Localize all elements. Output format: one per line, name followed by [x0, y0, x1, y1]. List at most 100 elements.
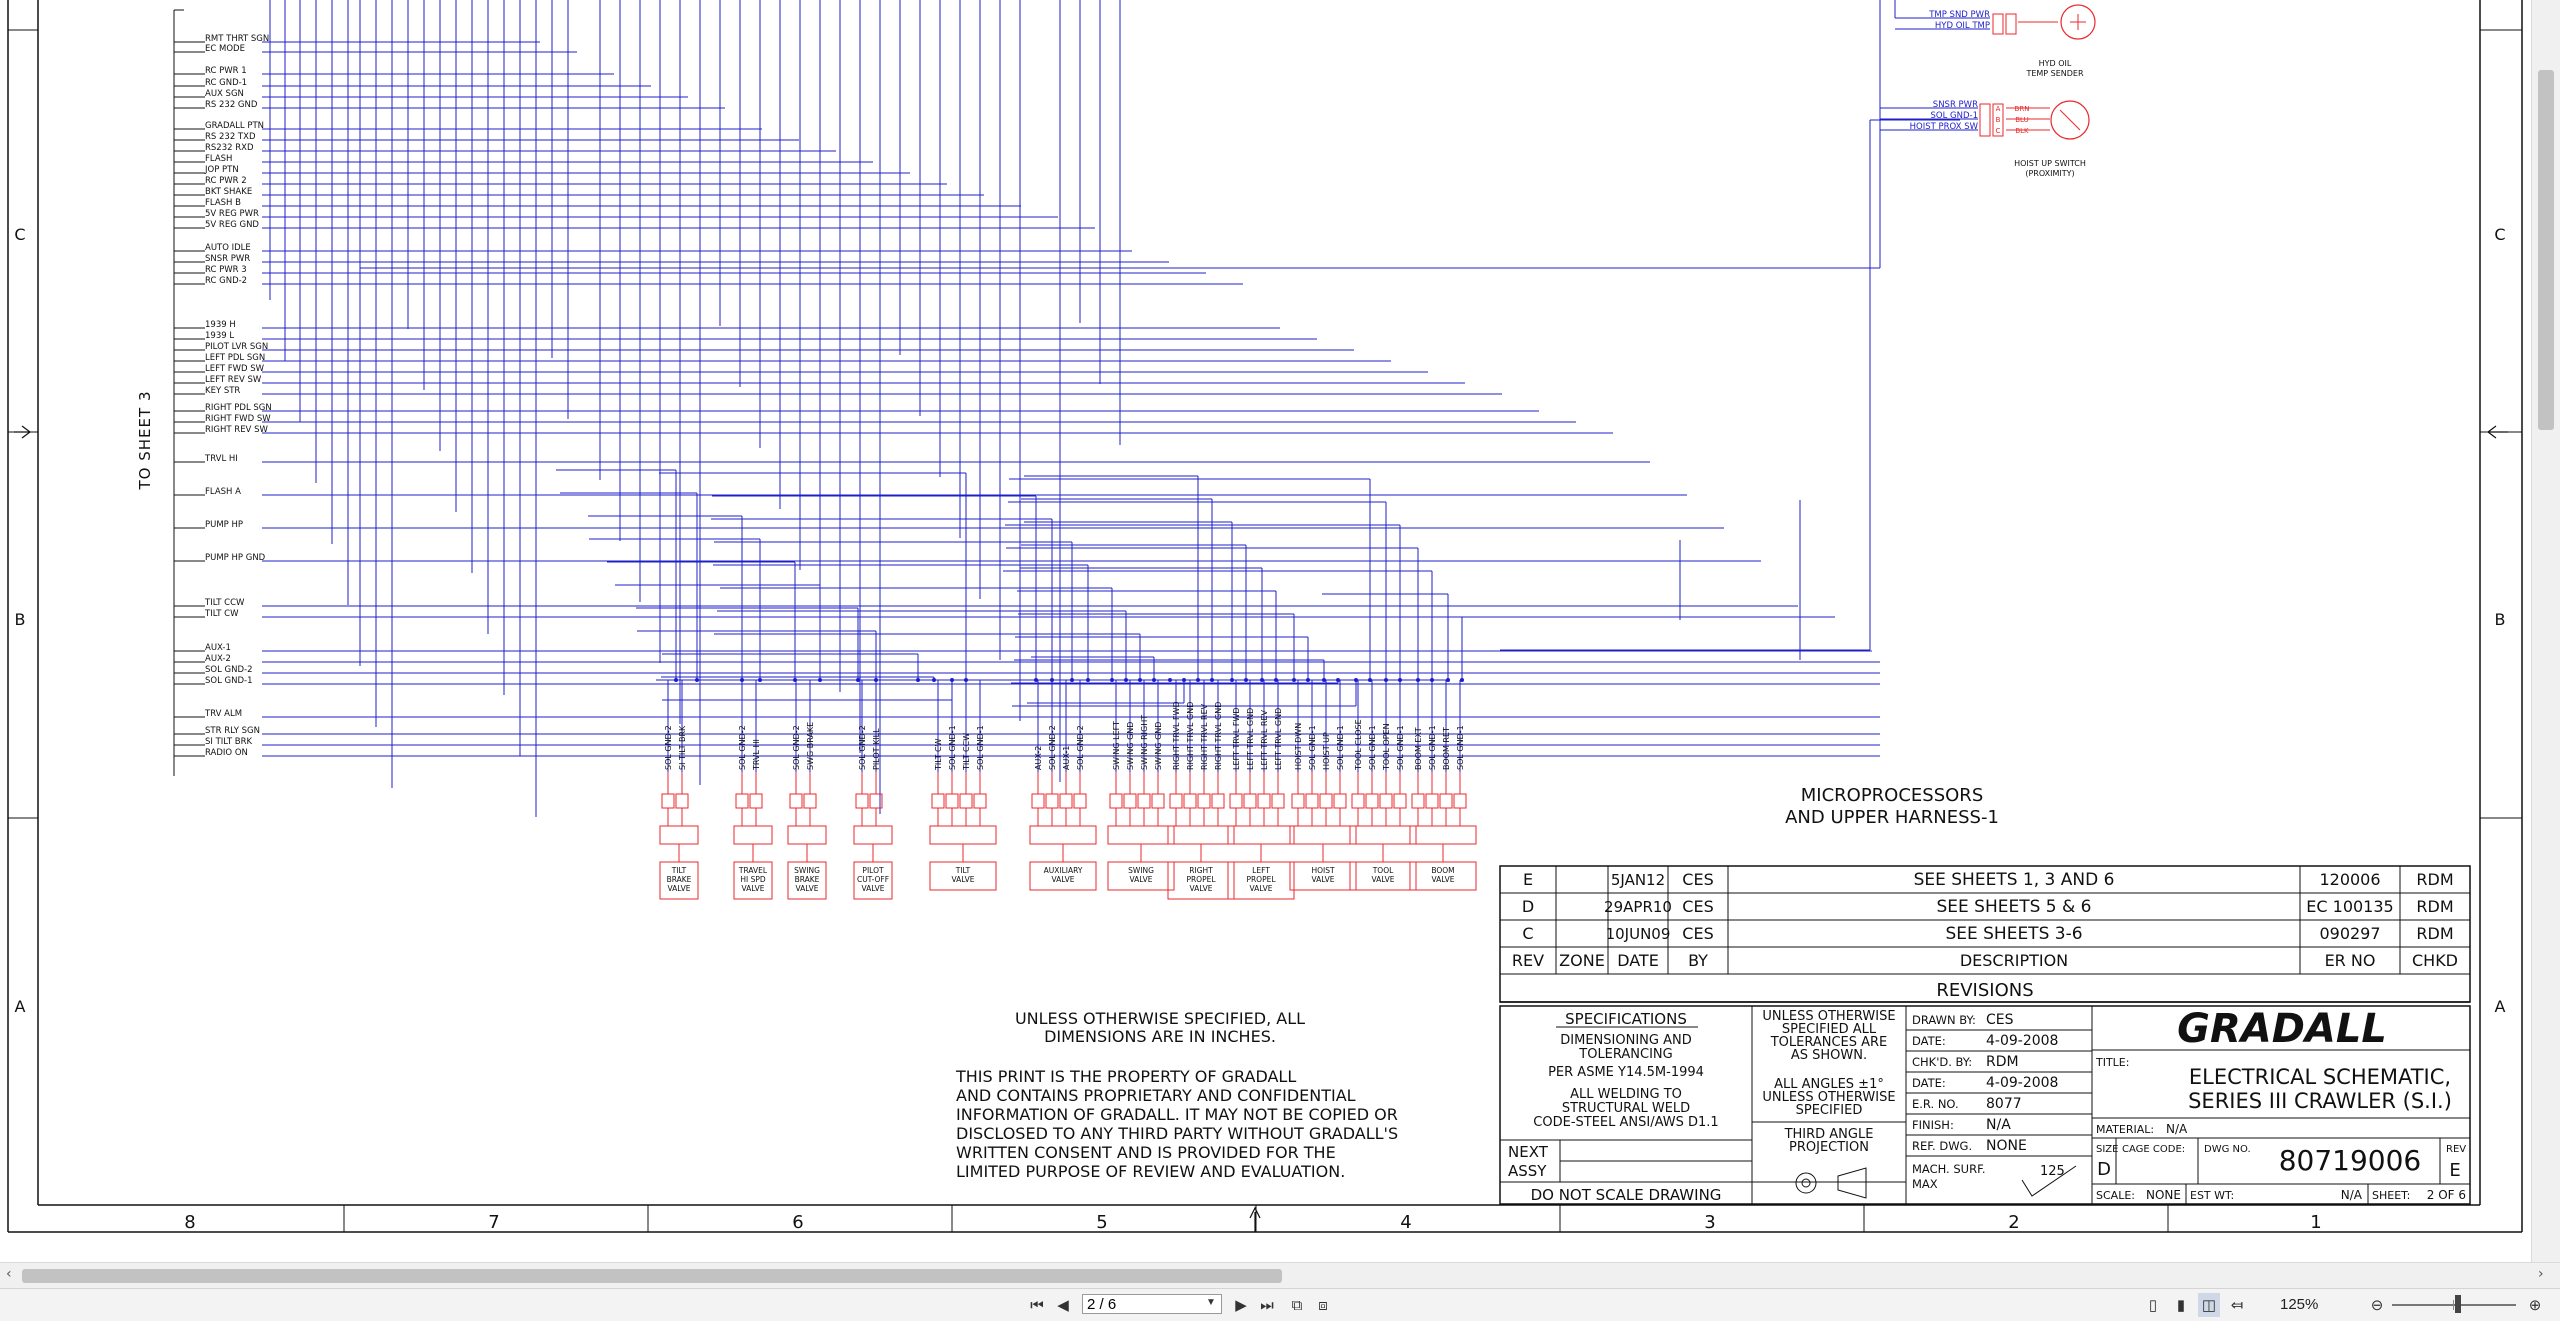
- valve-label: RIGHT: [1189, 866, 1213, 875]
- sheet-caption-line: MICROPROCESSORS: [1801, 785, 1984, 806]
- revision-cell: EC 100135: [2306, 897, 2393, 916]
- single-page-view-icon[interactable]: ▯: [2142, 1293, 2164, 1317]
- scroll-left-icon[interactable]: ‹: [6, 1266, 12, 1282]
- valve-connector-pin: [1257, 793, 1271, 809]
- tb-field-label: FINISH:: [1912, 1118, 1954, 1132]
- valve-wire-label: SOL GND-1: [1308, 725, 1317, 770]
- valve-label: VALVE: [1129, 875, 1152, 884]
- valve-connector-pin: [1169, 793, 1183, 809]
- valve-connector-pin: [789, 793, 803, 809]
- solenoid-coil: [1409, 825, 1477, 845]
- valve-connector-pin: [1151, 793, 1165, 809]
- signal-label: RC PWR 3: [205, 265, 247, 275]
- valve-wire-label: HOIST UP: [1322, 732, 1331, 770]
- size-label: SIZE: [2096, 1144, 2118, 1155]
- page-number-input[interactable]: [1082, 1294, 1222, 1314]
- valve-wire-label: LEFT TRVL FWD: [1232, 707, 1241, 770]
- signal-label: PILOT LVR SGN: [205, 342, 268, 352]
- revision-header: BY: [1688, 951, 1708, 970]
- sensor-pin-label: B: [1996, 116, 2001, 124]
- revisions-table: E 5JAN12 CES SEE SHEETS 1, 3 AND 6 120006 RDM…: [1499, 865, 2471, 1003]
- revision-header: DATE: [1617, 951, 1659, 970]
- proprietary-note-line: DISCLOSED TO ANY THIRD PARTY WITHOUT GRA…: [956, 1124, 1398, 1143]
- valve-connector-pin: [973, 793, 987, 809]
- zoom-out-icon[interactable]: ⊖: [2366, 1293, 2388, 1317]
- horizontal-scrollbar[interactable]: ‹ ›: [0, 1262, 2560, 1289]
- valve-wire-label: LEFT TRVL GND: [1274, 708, 1283, 770]
- est-wt-value: N/A: [2341, 1188, 2363, 1202]
- grid-row-label-left: A: [15, 997, 26, 1016]
- valve-label: VALVE: [1371, 875, 1394, 884]
- proprietary-note-line: WRITTEN CONSENT AND IS PROVIDED FOR THE: [956, 1143, 1336, 1162]
- scroll-pages-icon[interactable]: ⤆: [2226, 1293, 2248, 1317]
- valve-label: VALVE: [951, 875, 974, 884]
- tb-field-label: CHK'D. BY:: [1912, 1055, 1972, 1069]
- valve-connector-pin: [661, 793, 675, 809]
- proprietary-note-line: AND CONTAINS PROPRIETARY AND CONFIDENTIA…: [956, 1086, 1356, 1105]
- tb-field-value: RDM: [1986, 1054, 2019, 1070]
- valve-label: PROPEL: [1186, 875, 1216, 884]
- valve-connector-pin: [1045, 793, 1059, 809]
- valve-connector-pin: [1379, 793, 1393, 809]
- valve-connector-pin: [1123, 793, 1137, 809]
- size-value: D: [2097, 1159, 2111, 1180]
- valve-label: TOOL: [1372, 866, 1394, 875]
- general-note-line: UNLESS OTHERWISE SPECIFIED, ALL: [1015, 1009, 1305, 1028]
- grid-row-label-left: B: [15, 610, 26, 629]
- valve-wire-label: AUX-2: [1034, 746, 1043, 770]
- signal-label: FLASH: [205, 154, 232, 164]
- scroll-right-icon[interactable]: ›: [2538, 1266, 2544, 1282]
- signal-label: AUTO IDLE: [205, 243, 251, 253]
- valve-label: VALVE: [667, 884, 690, 893]
- valve-wire-label: SOL GND-1: [1336, 725, 1345, 770]
- vertical-scrollbar[interactable]: [2531, 0, 2560, 1262]
- revision-header: REV: [1512, 951, 1544, 970]
- document-viewport[interactable]: C B A C B A 8 7 6 5 4 3 2 1 TO SHEET 3 RMT THRT SGN EC M…: [0, 0, 2532, 1262]
- signal-label: 1939 H: [205, 320, 236, 330]
- tolerance-line: AS SHOWN.: [1791, 1048, 1867, 1063]
- valve-wire-label: SOL GND-2: [1076, 725, 1085, 770]
- zoom-slider[interactable]: [2392, 1304, 2516, 1306]
- valve-wire-label: SOL GND-1: [1456, 725, 1465, 770]
- valve-label: TILT: [955, 866, 971, 875]
- copy-page-icon[interactable]: ⧉: [1286, 1293, 1308, 1317]
- horizontal-scroll-thumb[interactable]: [22, 1269, 1282, 1283]
- scale-label: SCALE:: [2096, 1189, 2135, 1202]
- signal-label: SI TILT BRK: [205, 737, 252, 747]
- valve-connector-pin: [855, 793, 869, 809]
- general-note-line: DIMENSIONS ARE IN INCHES.: [1044, 1027, 1276, 1046]
- center-mark-left-icon: [14, 425, 31, 439]
- grid-column-label: 6: [792, 1212, 803, 1233]
- valve-wire-label: SOL GND-1: [1396, 725, 1405, 770]
- two-page-view-icon[interactable]: ◫: [2198, 1293, 2220, 1317]
- revision-cell: SEE SHEETS 3-6: [1945, 924, 2082, 944]
- next-page-icon[interactable]: ▶: [1230, 1293, 1252, 1317]
- do-not-scale-note: DO NOT SCALE DRAWING: [1531, 1186, 1722, 1204]
- tolerance-line: SPECIFIED: [1796, 1103, 1863, 1118]
- title-label: TITLE:: [2095, 1056, 2129, 1069]
- schematic-sheet: CBACBA8 7 6 5 4 3 2 1TO SHEET 3RMT THRT SGNEC M…: [7, 0, 2523, 1233]
- previous-page-icon[interactable]: ◀: [1052, 1293, 1074, 1317]
- valve-label: SWING: [794, 866, 820, 875]
- solenoid-coil: [1107, 825, 1175, 845]
- page-dropdown-icon[interactable]: ▼: [1206, 1297, 1216, 1308]
- last-page-icon[interactable]: ⏭: [1256, 1293, 1278, 1317]
- scale-value: NONE: [2146, 1188, 2181, 1202]
- vertical-scroll-thumb[interactable]: [2538, 70, 2554, 430]
- first-page-icon[interactable]: ⏮: [1026, 1293, 1048, 1317]
- continuous-view-icon[interactable]: ▮: [2170, 1293, 2192, 1317]
- viewer-status-bar: ⏮ ◀ ▼ ▶ ⏭ ⧉ ⧈ ▯ ▮ ◫ ⤆ 125% ⊖ ⊕: [0, 1288, 2560, 1321]
- est-wt-label: EST WT:: [2190, 1189, 2234, 1202]
- valve-label: AUXILIARY: [1044, 866, 1083, 875]
- signal-label: RC PWR 1: [205, 66, 247, 76]
- spec-line: PER ASME Y14.5M-1994: [1548, 1065, 1704, 1080]
- hoist-up-switch: ABC BRN BLU BLK: [1979, 100, 2090, 140]
- sheet-label: SHEET:: [2372, 1189, 2410, 1202]
- zoom-slider-handle[interactable]: [2455, 1295, 2461, 1313]
- signal-label: 1939 L: [205, 331, 234, 341]
- zoom-in-icon[interactable]: ⊕: [2524, 1293, 2546, 1317]
- valve-wire-label: SWING RIGHT: [1140, 715, 1149, 770]
- valve-label: VALVE: [1431, 875, 1454, 884]
- fit-page-icon[interactable]: ⧈: [1312, 1293, 1334, 1317]
- revision-cell: D: [1522, 897, 1534, 916]
